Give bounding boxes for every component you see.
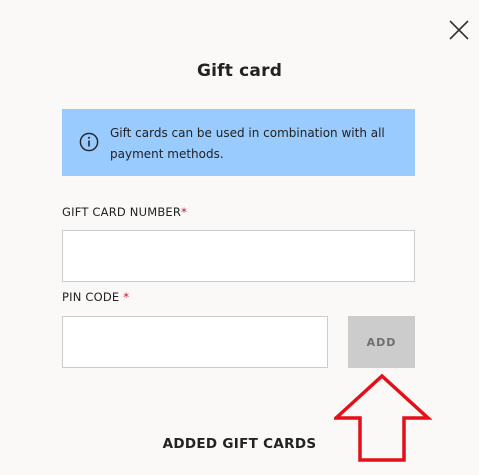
up-arrow-outline-icon [334, 372, 432, 464]
add-button[interactable]: ADD [348, 316, 415, 368]
pin-code-input[interactable] [62, 316, 328, 368]
pin-code-label-text: PIN CODE [62, 290, 124, 304]
gift-card-number-label-text: GIFT CARD NUMBER [62, 205, 182, 219]
pin-code-label: PIN CODE * [62, 290, 129, 304]
required-marker: * [181, 205, 188, 219]
info-text: Gift cards can be used in combination wi… [110, 126, 385, 161]
gift-card-number-input[interactable] [62, 230, 415, 282]
info-banner: Gift cards can be used in combination wi… [62, 109, 415, 176]
modal-title: Gift card [196, 61, 283, 81]
close-button[interactable] [446, 17, 472, 43]
info-circle-icon [79, 132, 99, 152]
gift-card-number-label: GIFT CARD NUMBER* [62, 205, 187, 219]
gift-card-modal: Gift card Gift cards can be used in comb… [0, 0, 479, 475]
close-icon [449, 20, 469, 40]
required-marker: * [123, 290, 130, 304]
